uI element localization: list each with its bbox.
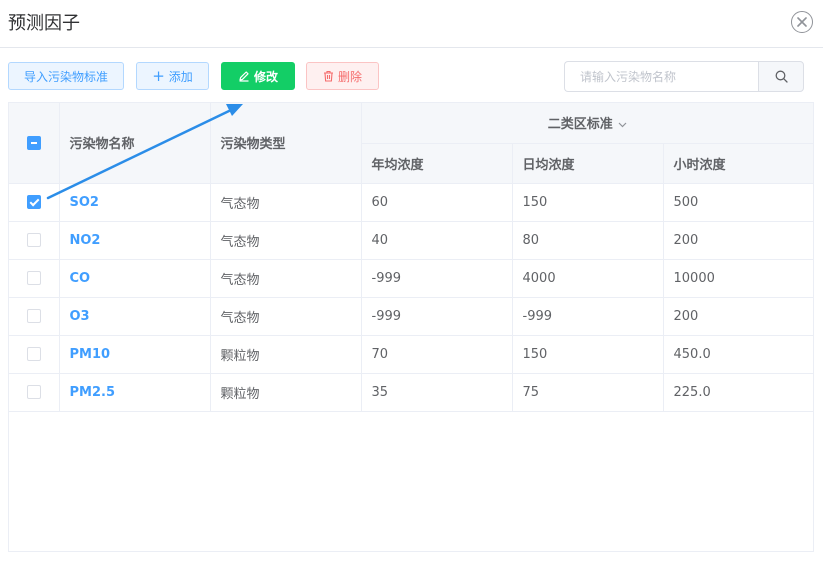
annual-concentration: -999 bbox=[361, 297, 513, 336]
pencil-icon bbox=[239, 71, 249, 82]
pollutant-type: 颗粒物 bbox=[210, 335, 362, 374]
table-row[interactable]: SO2 气态物 60 150 500 bbox=[9, 183, 813, 222]
pollutant-name-link[interactable]: SO2 bbox=[59, 183, 211, 222]
row-checkbox[interactable] bbox=[26, 385, 41, 399]
pollutant-type: 气态物 bbox=[210, 297, 362, 336]
dialog-header: 预测因子 bbox=[0, 0, 823, 48]
row-select-cell bbox=[9, 373, 60, 412]
header-name[interactable]: 污染物名称 bbox=[59, 103, 211, 184]
row-checkbox[interactable] bbox=[26, 233, 41, 247]
pollutant-name-link[interactable]: PM10 bbox=[59, 335, 211, 374]
row-checkbox[interactable] bbox=[26, 309, 41, 323]
row-checkbox[interactable] bbox=[26, 347, 41, 361]
header-annual[interactable]: 年均浓度 bbox=[361, 143, 513, 184]
edit-label: 修改 bbox=[253, 69, 278, 84]
search-button[interactable] bbox=[758, 61, 804, 92]
close-icon bbox=[797, 17, 807, 27]
dialog-title: 预测因子 bbox=[8, 13, 80, 34]
pollutant-name-link[interactable]: NO2 bbox=[59, 221, 211, 260]
row-select-cell bbox=[9, 183, 60, 222]
annual-concentration: 40 bbox=[361, 221, 513, 260]
pollutant-type: 颗粒物 bbox=[210, 373, 362, 412]
edit-button[interactable]: 修改 bbox=[221, 62, 295, 90]
table-row[interactable]: PM10 颗粒物 70 150 450.0 bbox=[9, 335, 813, 374]
row-checkbox[interactable] bbox=[26, 195, 41, 209]
annual-concentration: 35 bbox=[361, 373, 513, 412]
annual-concentration: 60 bbox=[361, 183, 513, 222]
delete-button[interactable]: 删除 bbox=[306, 62, 379, 90]
select-all-checkbox[interactable] bbox=[26, 135, 41, 150]
daily-concentration: 80 bbox=[512, 221, 664, 260]
pollutant-type: 气态物 bbox=[210, 221, 362, 260]
header-type[interactable]: 污染物类型 bbox=[210, 103, 362, 184]
import-standard-label: 导入污染物标准 bbox=[23, 69, 108, 84]
table-row[interactable]: O3 气态物 -999 -999 200 bbox=[9, 297, 813, 336]
pollutant-name-link[interactable]: PM2.5 bbox=[59, 373, 211, 412]
daily-concentration: 75 bbox=[512, 373, 664, 412]
delete-label: 删除 bbox=[337, 69, 362, 84]
hourly-concentration: 450.0 bbox=[663, 335, 813, 374]
pollutant-type: 气态物 bbox=[210, 259, 362, 298]
hourly-concentration: 200 bbox=[663, 221, 813, 260]
header-hourly[interactable]: 小时浓度 bbox=[663, 143, 813, 184]
trash-icon bbox=[323, 70, 333, 82]
header-group-standard[interactable]: 二类区标准 bbox=[361, 103, 813, 144]
pollutant-name-link[interactable]: CO bbox=[59, 259, 211, 298]
pollutant-name-link[interactable]: O3 bbox=[59, 297, 211, 336]
daily-concentration: 150 bbox=[512, 183, 664, 222]
row-checkbox[interactable] bbox=[26, 271, 41, 285]
plus-icon: + bbox=[152, 66, 165, 85]
table-row[interactable]: PM2.5 颗粒物 35 75 225.0 bbox=[9, 373, 813, 412]
pollutant-type: 气态物 bbox=[210, 183, 362, 222]
header-group-label: 二类区标准 bbox=[547, 117, 613, 133]
pollutant-table: 污染物名称 污染物类型 二类区标准 年均浓度 日均浓度 小时浓度 SO2 气态物 6… bbox=[8, 102, 814, 552]
select-all-cell bbox=[9, 103, 60, 184]
hourly-concentration: 10000 bbox=[663, 259, 813, 298]
annual-concentration: 70 bbox=[361, 335, 513, 374]
row-select-cell bbox=[9, 335, 60, 374]
hourly-concentration: 500 bbox=[663, 183, 813, 222]
chevron-down-icon bbox=[618, 122, 627, 128]
table-row[interactable]: CO 气态物 -999 4000 10000 bbox=[9, 259, 813, 298]
search-input[interactable] bbox=[564, 61, 759, 92]
import-standard-button[interactable]: 导入污染物标准 bbox=[8, 62, 124, 90]
table-row[interactable]: NO2 气态物 40 80 200 bbox=[9, 221, 813, 260]
add-label: 添加 bbox=[168, 69, 193, 84]
daily-concentration: 4000 bbox=[512, 259, 664, 298]
close-button[interactable] bbox=[791, 11, 813, 33]
hourly-concentration: 225.0 bbox=[663, 373, 813, 412]
row-select-cell bbox=[9, 297, 60, 336]
row-select-cell bbox=[9, 259, 60, 298]
add-button[interactable]: + 添加 bbox=[136, 62, 209, 90]
row-select-cell bbox=[9, 221, 60, 260]
annual-concentration: -999 bbox=[361, 259, 513, 298]
hourly-concentration: 200 bbox=[663, 297, 813, 336]
search-icon bbox=[775, 70, 788, 83]
daily-concentration: 150 bbox=[512, 335, 664, 374]
daily-concentration: -999 bbox=[512, 297, 664, 336]
header-daily[interactable]: 日均浓度 bbox=[512, 143, 664, 184]
